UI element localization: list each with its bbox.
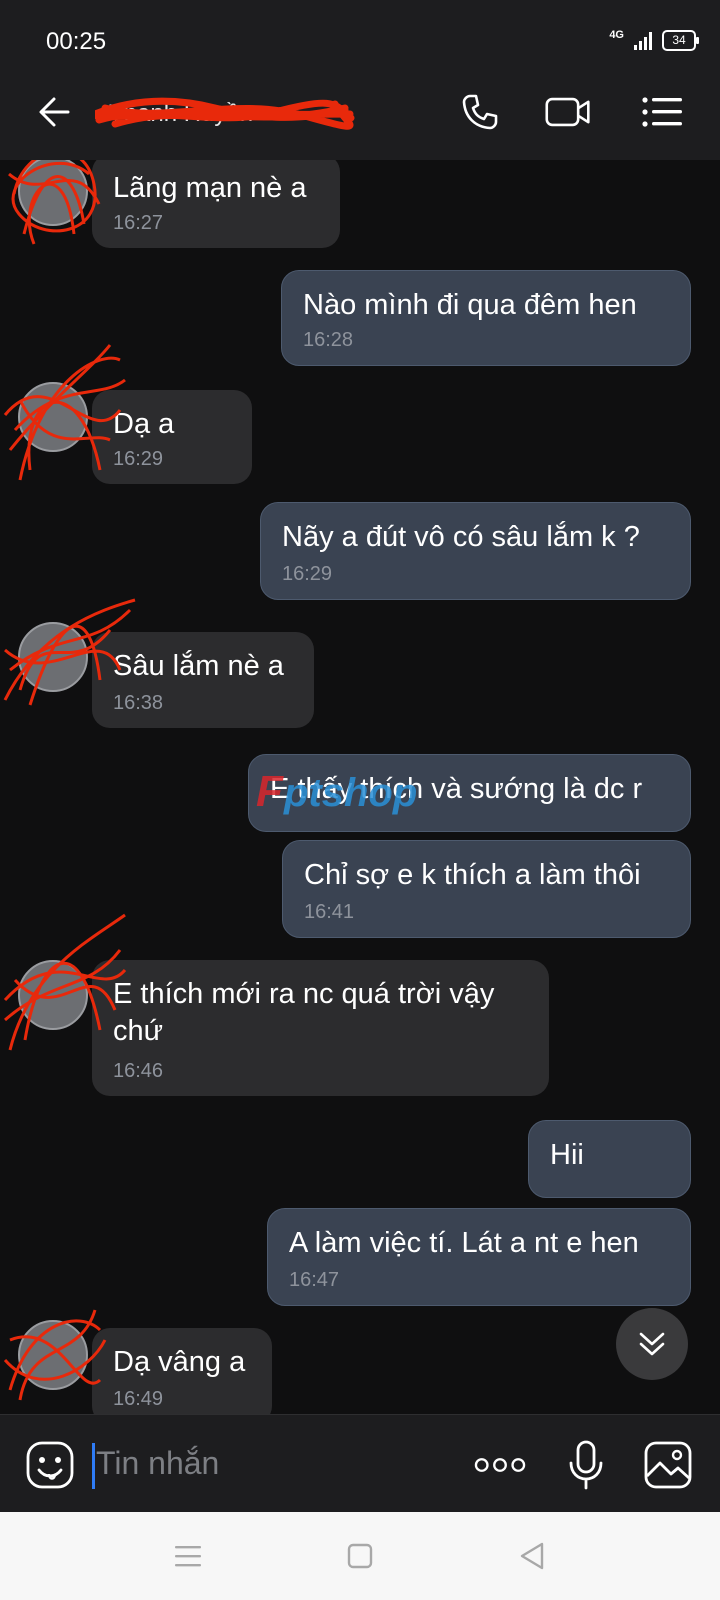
scroll-to-bottom-button[interactable] — [616, 1308, 688, 1380]
back-arrow-icon — [39, 97, 70, 127]
back-nav-button[interactable] — [512, 1536, 552, 1576]
list-menu-icon — [642, 97, 682, 127]
square-icon — [347, 1543, 373, 1569]
message-bubble-incoming[interactable]: E thích mới ra nc quá trời vậy chứ 16:46 — [92, 960, 549, 1096]
more-dots-icon — [474, 1458, 526, 1472]
message-bubble-outgoing[interactable]: Nào mình đi qua đêm hen 16:28 — [281, 270, 691, 366]
redaction-scribble — [3, 598, 136, 706]
triangle-back-icon — [520, 1542, 544, 1570]
status-time: 00:25 — [46, 28, 107, 55]
message-text: A làm việc tí. Lát a nt e hen — [289, 1227, 639, 1259]
phone-icon — [462, 94, 498, 130]
message-bubble-outgoing[interactable]: Hii — [528, 1120, 691, 1198]
message-bubble-incoming[interactable]: Dạ vâng a 16:49 — [92, 1328, 272, 1414]
message-input-bar: Tin nhắn — [0, 1414, 720, 1513]
redaction-scribble — [8, 160, 101, 245]
message-time: 16:41 — [304, 901, 355, 923]
signal-icon — [634, 31, 652, 50]
message-bubble-incoming[interactable]: Lãng mạn nè a 16:27 — [92, 160, 340, 248]
message-bubble-outgoing[interactable]: Chỉ sợ e k thích a làm thôi 16:41 — [282, 840, 691, 938]
message-input[interactable]: Tin nhắn — [96, 1445, 219, 1482]
chat-header: Thanh Huyền — [0, 64, 720, 160]
redaction-scribble — [3, 344, 126, 481]
message-text: E thích mới ra nc quá trời vậy chứ — [113, 978, 495, 1047]
message-time: 16:46 — [113, 1060, 164, 1082]
recents-button[interactable] — [168, 1536, 208, 1576]
message-list[interactable]: Lãng mạn nè a 16:27 Nào mình đi qua đêm … — [0, 160, 720, 1414]
system-nav-bar — [0, 1512, 720, 1600]
voice-call-button[interactable] — [456, 88, 504, 136]
svg-text:F: F — [256, 767, 284, 816]
text-cursor — [92, 1443, 95, 1489]
video-call-button[interactable] — [544, 88, 592, 136]
battery-icon: 34 — [662, 30, 699, 51]
message-time: 16:28 — [303, 329, 354, 351]
message-text: Nào mình đi qua đêm hen — [303, 289, 637, 321]
message-text: Lãng mạn nè a — [113, 172, 307, 204]
home-button[interactable] — [340, 1536, 380, 1576]
message-text: Nãy a đút vô có sâu lắm k ? — [282, 521, 640, 553]
sticker-button[interactable] — [24, 1439, 76, 1491]
message-text: Hii — [550, 1139, 584, 1171]
network-type: 4G — [609, 28, 624, 41]
menu-lines-icon — [175, 1546, 201, 1567]
watermark-logo: F ptshop — [256, 767, 417, 816]
svg-text:ptshop: ptshop — [283, 771, 417, 815]
voice-message-button[interactable] — [560, 1439, 612, 1491]
status-icons: 4G 34 — [609, 28, 699, 51]
redaction-scribble — [3, 1309, 107, 1401]
back-button[interactable] — [30, 88, 78, 136]
video-camera-icon — [545, 97, 590, 127]
message-bubble-outgoing[interactable]: A làm việc tí. Lát a nt e hen 16:47 — [267, 1208, 691, 1306]
message-time: 16:29 — [282, 563, 333, 585]
menu-button[interactable] — [638, 88, 686, 136]
message-text: Dạ vâng a — [113, 1346, 246, 1378]
message-bubble-outgoing[interactable]: Nãy a đút vô có sâu lắm k ? 16:29 — [260, 502, 691, 600]
contact-title[interactable]: Thanh Huyền — [95, 94, 355, 134]
message-time: 16:27 — [113, 212, 164, 234]
more-button[interactable] — [474, 1439, 526, 1491]
redaction-scribble — [95, 97, 355, 130]
emoji-icon — [26, 1441, 74, 1489]
status-bar: 00:25 4G 34 — [0, 0, 720, 64]
redaction-scribble — [3, 913, 127, 1051]
double-chevron-down-icon — [639, 1332, 665, 1356]
image-icon — [644, 1441, 692, 1489]
message-time: 16:47 — [289, 1269, 340, 1291]
message-time: 16:49 — [113, 1388, 164, 1410]
message-text: Chỉ sợ e k thích a làm thôi — [304, 859, 641, 891]
gallery-button[interactable] — [642, 1439, 694, 1491]
microphone-icon — [569, 1440, 603, 1490]
